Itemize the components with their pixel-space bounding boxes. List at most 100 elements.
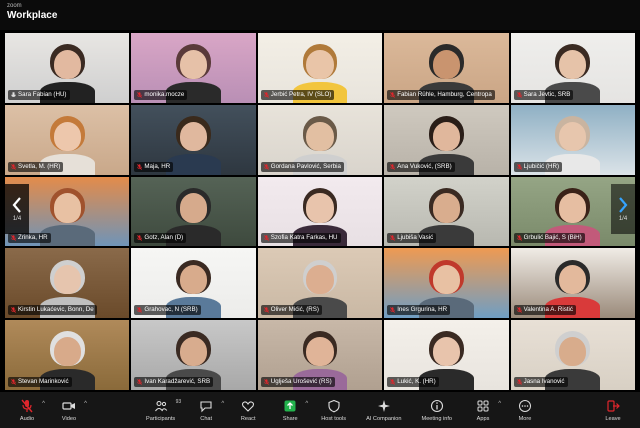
participant-tile[interactable]: Gotz, Alan (D) <box>131 176 256 247</box>
mic-muted-icon <box>390 163 396 170</box>
chevron-up-icon[interactable]: ^ <box>84 401 87 407</box>
participants-button[interactable]: 93 Participants <box>146 398 181 422</box>
participant-video-face <box>306 49 334 80</box>
participant-name: Zrinka, HR <box>18 234 48 242</box>
chevron-left-icon <box>12 197 21 213</box>
participants-count: 93 <box>175 399 182 405</box>
chevron-up-icon[interactable]: ^ <box>305 401 308 407</box>
leave-label: Leave <box>605 416 621 422</box>
participant-tile[interactable]: Svetla, M. (HR) <box>5 104 130 175</box>
participant-tile[interactable]: monika.mocze <box>131 33 256 103</box>
participant-tile[interactable]: Sara Fabian (HU) <box>5 33 130 103</box>
participant-tile[interactable]: Lukić, K. (HR) <box>384 320 509 390</box>
participant-name-tag: Uglješa Urošević (RS) <box>260 377 335 387</box>
participant-video-face <box>179 336 208 367</box>
participant-name: Ines Grgurina, HR <box>397 306 448 314</box>
participant-name: Gotz, Alan (D) <box>144 234 184 242</box>
leave-button[interactable]: Leave <box>602 398 624 422</box>
host-tools-button[interactable]: Host tools <box>321 398 346 422</box>
participant-video-face <box>53 193 81 223</box>
audio-button[interactable]: Audio ^ <box>16 398 45 422</box>
more-dots-icon <box>519 400 532 412</box>
shield-icon <box>328 399 340 413</box>
participant-tile[interactable]: Ines Grgurina, HR <box>384 248 509 319</box>
participant-name: Lukić, K. (HR) <box>397 378 436 385</box>
participant-name-tag: Sara Jevtic, SRB <box>513 89 574 100</box>
mic-muted-icon <box>390 307 396 314</box>
participant-name: Ivan Karadžarević, SRB <box>144 378 211 385</box>
previous-page-button[interactable]: 1/4 <box>5 184 29 234</box>
participant-tile[interactable]: Jerbić Petra, IV (SLO) <box>257 33 383 103</box>
participant-tile[interactable]: Ana Vuković, (SRB) <box>384 104 509 175</box>
participant-video-face <box>432 49 461 80</box>
ai-companion-button[interactable]: AI Companion <box>366 398 402 422</box>
participant-tile[interactable]: Szofia Katra Farkas, HU <box>257 176 383 247</box>
participant-tile[interactable]: Uglješa Urošević (RS) <box>257 320 383 390</box>
participant-tile[interactable]: Ljubičić (HR) <box>510 104 635 175</box>
participant-name-tag: Ana Vuković, (SRB) <box>387 161 455 172</box>
participant-video-face <box>53 265 81 295</box>
mic-muted-icon <box>137 163 143 170</box>
participant-tile[interactable]: Stevan Marinković <box>5 320 130 390</box>
participant-tile[interactable]: Oliver Mićić, (RS) <box>257 248 383 319</box>
participant-name-tag: Grahovac, N (SRB) <box>134 305 201 316</box>
chat-button[interactable]: Chat ^ <box>195 398 224 422</box>
participant-video-face <box>559 265 587 295</box>
participant-tile[interactable]: Grahovac, N (SRB) <box>131 248 256 319</box>
participant-name: Grbulić Bajić, S (BiH) <box>523 234 582 242</box>
participant-video-face <box>432 193 461 223</box>
participant-tile[interactable]: Jasna Ivanović <box>510 320 635 390</box>
participant-tile[interactable]: Gordana Pavlović, Serbia <box>257 104 383 175</box>
participant-name: Jerbić Petra, IV (SLO) <box>270 90 332 98</box>
participant-name: Valentina A. Ristić <box>523 306 574 314</box>
gallery-grid: Sara Fabian (HU) monika.mocze Jerbić Petra… <box>5 33 635 390</box>
participant-tile[interactable]: Maja, HR <box>131 104 256 175</box>
more-label: More <box>518 416 532 422</box>
react-label: React <box>240 416 256 422</box>
participant-name-tag: Valentina A. Ristić <box>513 305 577 316</box>
participant-video-face <box>432 336 461 367</box>
participant-tile[interactable]: Ivan Karadžarević, SRB <box>131 320 256 390</box>
participant-video-face <box>306 121 334 151</box>
share-button[interactable]: Share ^ <box>279 398 308 422</box>
mic-muted-icon <box>263 91 269 98</box>
apps-button[interactable]: Apps ^ <box>472 398 501 422</box>
mic-muted-icon <box>263 163 269 170</box>
participant-tile[interactable]: Fabian Rühle, Hamburg, Centropa <box>384 33 509 103</box>
participant-name-tag: monika.mocze <box>134 89 188 100</box>
participant-name-tag: Jerbić Petra, IV (SLO) <box>260 89 335 100</box>
zoom-label: zoom <box>7 3 22 9</box>
chevron-up-icon[interactable]: ^ <box>42 401 45 407</box>
chevron-up-icon[interactable]: ^ <box>221 401 224 407</box>
participant-name-tag: Ljubičić (HR) <box>513 161 563 172</box>
participant-video-face <box>559 193 587 223</box>
mic-muted-icon <box>390 235 396 242</box>
more-button[interactable]: More <box>514 398 536 422</box>
participant-name-tag: Ivan Karadžarević, SRB <box>134 377 214 387</box>
participant-video-face <box>559 121 587 151</box>
video-button[interactable]: Video ^ <box>58 398 87 422</box>
next-page-button[interactable]: 1/4 <box>611 184 635 234</box>
participant-video-body <box>166 153 221 175</box>
participant-name-tag: Oliver Mićić, (RS) <box>260 305 322 316</box>
participant-name: Oliver Mićić, (RS) <box>270 306 319 314</box>
participant-name-tag: Ines Grgurina, HR <box>387 305 451 316</box>
meeting-info-button[interactable]: Meeting info <box>422 398 452 422</box>
participant-name: Stevan Marinković <box>18 378 69 385</box>
participant-tile[interactable]: Ljubiša Vasić <box>384 176 509 247</box>
leave-door-icon <box>607 400 620 412</box>
participant-video-face <box>432 265 461 295</box>
participant-tile[interactable]: Kirstin Lukaćevic, Bonn, De <box>5 248 130 319</box>
chevron-right-icon <box>619 197 628 213</box>
react-button[interactable]: React <box>237 398 259 422</box>
participant-tile[interactable]: Sara Jevtic, SRB <box>510 33 635 103</box>
participant-name-tag: Kirstin Lukaćevic, Bonn, De <box>8 305 97 316</box>
participant-video-face <box>179 49 208 80</box>
mic-muted-icon <box>11 163 16 170</box>
chevron-up-icon[interactable]: ^ <box>498 401 501 407</box>
page-indicator-left: 1/4 <box>12 216 22 222</box>
mic-muted-icon <box>263 307 269 314</box>
participant-name-tag: Grbulić Bajić, S (BiH) <box>513 233 585 244</box>
mic-muted-icon <box>11 379 16 385</box>
participant-tile[interactable]: Valentina A. Ristić <box>510 248 635 319</box>
